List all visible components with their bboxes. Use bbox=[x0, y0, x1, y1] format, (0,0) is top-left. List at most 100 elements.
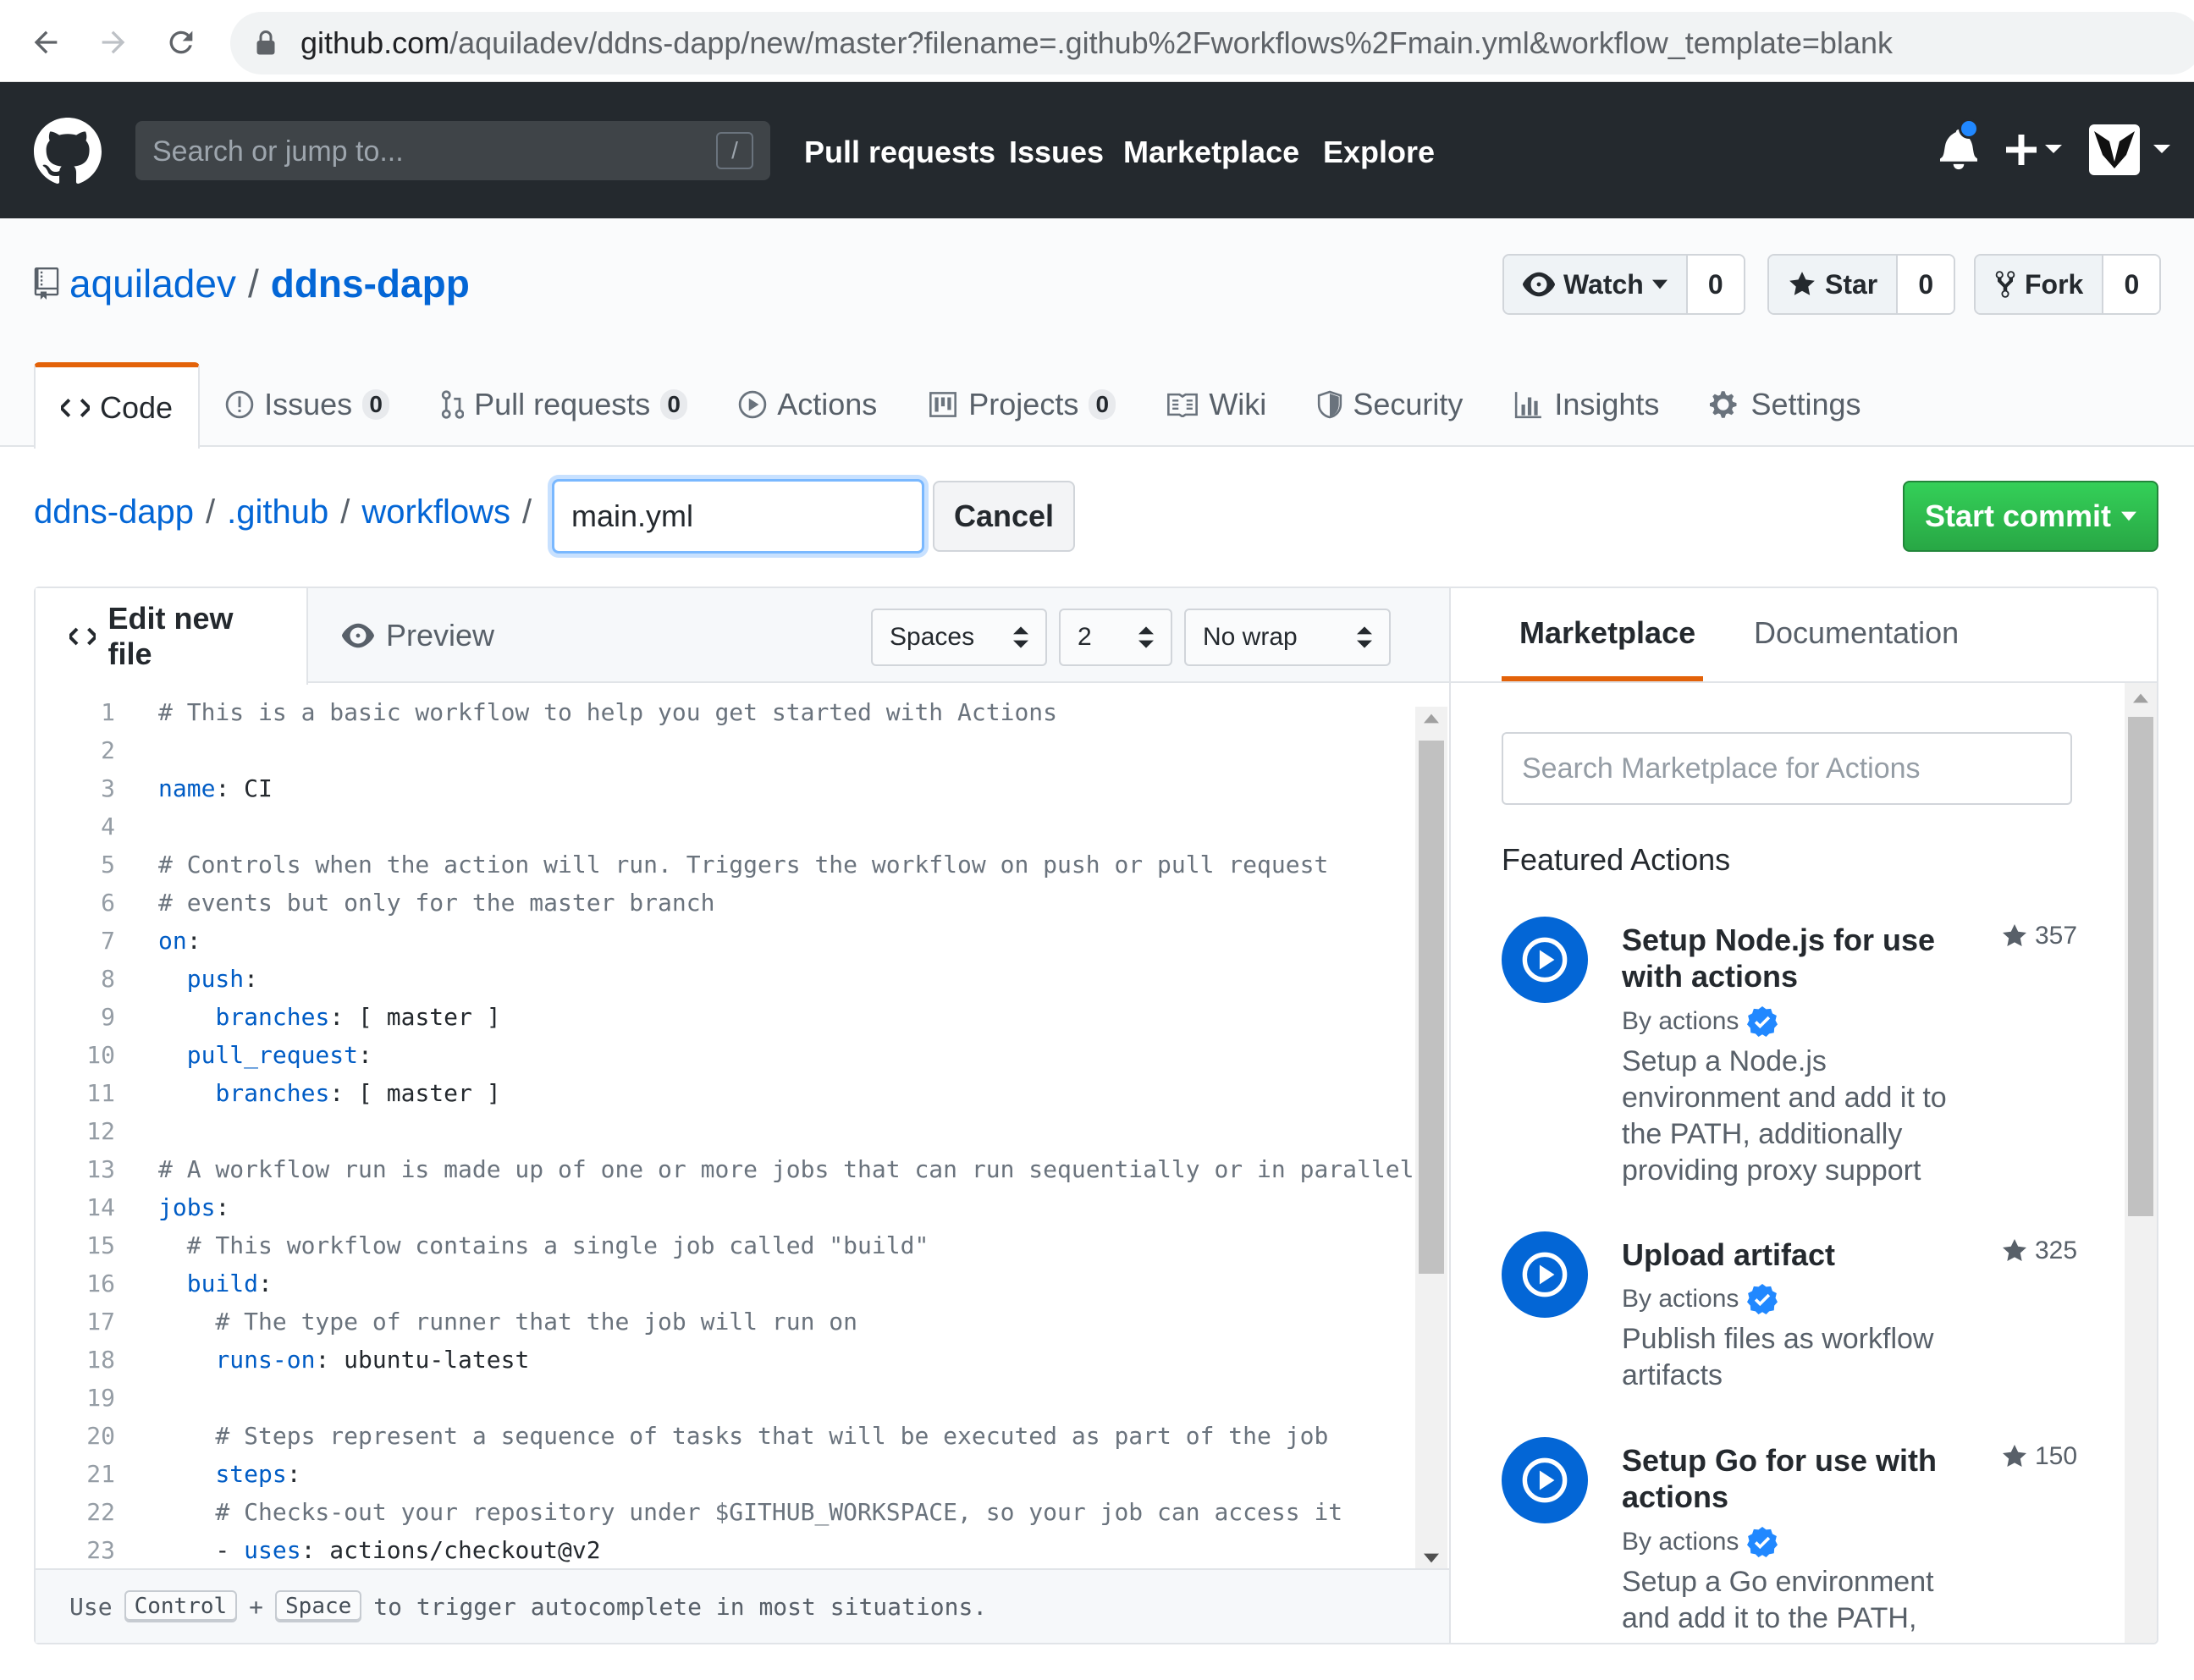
marketplace-sidebar: Marketplace Documentation Search Marketp… bbox=[1449, 587, 2158, 1644]
nav-pull-requests[interactable]: Pull requests bbox=[804, 135, 995, 170]
search-placeholder: Search or jump to... bbox=[152, 135, 404, 168]
fork-button[interactable]: Fork bbox=[1976, 256, 2104, 313]
code-line: # This workflow contains a single job ca… bbox=[158, 1231, 929, 1259]
sidebar-tabs: Marketplace Documentation bbox=[1451, 588, 2157, 683]
code-line: # events but only for the master branch bbox=[158, 889, 714, 917]
code-line: branches: [ master ] bbox=[158, 1003, 501, 1031]
wrap-mode-select[interactable]: No wrap bbox=[1184, 609, 1391, 666]
action-card[interactable]: Upload artifact By actions Publish files… bbox=[1502, 1231, 2111, 1418]
start-commit-button[interactable]: Start commit bbox=[1903, 481, 2158, 552]
code-indent: - bbox=[158, 1536, 245, 1564]
line-number: 4 bbox=[101, 812, 115, 840]
preview-tab-label: Preview bbox=[386, 618, 495, 653]
action-star-count: 150 bbox=[2035, 1442, 2078, 1470]
star-icon bbox=[2003, 1445, 2026, 1467]
action-title[interactable]: Setup Node.js for use with actions bbox=[1622, 922, 1960, 994]
code-comment: # The type of runner that the job will r… bbox=[158, 1308, 858, 1336]
sidebar-scroll-thumb[interactable] bbox=[2128, 717, 2153, 1216]
tab-pull-requests[interactable]: Pull requests 0 bbox=[415, 362, 713, 447]
back-arrow-icon[interactable] bbox=[25, 22, 66, 63]
tab-code[interactable]: Code bbox=[34, 362, 201, 449]
tab-issues[interactable]: Issues 0 bbox=[200, 362, 415, 447]
watch-count[interactable]: 0 bbox=[1687, 256, 1744, 313]
global-search-input[interactable]: Search or jump to... / bbox=[135, 121, 770, 180]
reload-icon[interactable] bbox=[161, 22, 201, 63]
address-bar[interactable]: github.com/aquiladev/ddns-dapp/new/maste… bbox=[230, 12, 2194, 74]
marketplace-search-input[interactable]: Search Marketplace for Actions bbox=[1502, 732, 2072, 805]
nav-explore[interactable]: Explore bbox=[1323, 135, 1435, 170]
tab-settings[interactable]: Settings bbox=[1684, 362, 1886, 447]
space-key: Space bbox=[275, 1590, 362, 1622]
star-button[interactable]: Star bbox=[1769, 256, 1899, 313]
code-area[interactable]: 1 # This is a basic workflow to help you … bbox=[36, 698, 1417, 1566]
code-editor: Edit new file Preview Spaces 2 No wrap 1… bbox=[34, 587, 1449, 1644]
cancel-button[interactable]: Cancel bbox=[933, 481, 1075, 552]
yaml-value: : [ master ] bbox=[329, 1003, 501, 1031]
tab-wiki[interactable]: Wiki bbox=[1141, 362, 1292, 447]
editor-scrollbar[interactable] bbox=[1415, 707, 1447, 1570]
code-line: # Checks-out your repository under $GITH… bbox=[158, 1498, 1342, 1526]
tab-actions[interactable]: Actions bbox=[713, 362, 902, 447]
breadcrumb-github-dir-link[interactable]: .github bbox=[227, 493, 328, 532]
star-label: Star bbox=[1825, 268, 1878, 300]
nav-marketplace[interactable]: Marketplace bbox=[1123, 135, 1299, 170]
footer-hint-text: to trigger autocomplete in most situatio… bbox=[373, 1592, 988, 1621]
action-description: Publish files as workflow artifacts bbox=[1622, 1323, 1934, 1391]
play-icon bbox=[1502, 1437, 1588, 1523]
repo-separator: / bbox=[247, 262, 259, 306]
code-line: # Steps represent a sequence of tasks th… bbox=[158, 1422, 1328, 1450]
tab-projects[interactable]: Projects 0 bbox=[902, 362, 1141, 447]
play-icon bbox=[1502, 1231, 1588, 1318]
github-logo-icon[interactable] bbox=[34, 118, 102, 185]
avatar[interactable] bbox=[2089, 124, 2174, 175]
forward-arrow-icon[interactable] bbox=[93, 22, 134, 63]
filename-input[interactable]: main.yml bbox=[552, 479, 924, 554]
yaml-value: : [ master ] bbox=[329, 1079, 501, 1107]
code-line: build: bbox=[158, 1270, 273, 1297]
star-button-group: Star 0 bbox=[1767, 254, 1956, 315]
indent-size-select[interactable]: 2 bbox=[1059, 609, 1172, 666]
line-number: 16 bbox=[86, 1270, 115, 1297]
tab-issues-label: Issues bbox=[264, 387, 353, 421]
tab-insights[interactable]: Insights bbox=[1488, 362, 1684, 447]
editor-scroll-thumb[interactable] bbox=[1419, 741, 1444, 1274]
action-card[interactable]: Setup Go for use with actions By actions… bbox=[1502, 1437, 2111, 1643]
repo-owner-link[interactable]: aquiladev bbox=[69, 261, 236, 306]
nav-issues[interactable]: Issues bbox=[1009, 135, 1104, 170]
repo-title: aquiladev / ddns-dapp bbox=[34, 261, 470, 306]
yaml-value: : bbox=[215, 1193, 230, 1221]
tab-security-label: Security bbox=[1353, 387, 1464, 421]
indent-mode-value: Spaces bbox=[890, 623, 975, 651]
watch-button[interactable]: Watch bbox=[1504, 256, 1688, 313]
sidebar-scrollbar[interactable] bbox=[2125, 683, 2157, 1643]
tab-preview[interactable]: Preview bbox=[308, 588, 528, 683]
breadcrumb-workflows-dir-link[interactable]: workflows bbox=[361, 493, 510, 532]
tab-documentation[interactable]: Documentation bbox=[1754, 615, 1959, 651]
star-count[interactable]: 0 bbox=[1898, 256, 1954, 313]
tab-security[interactable]: Security bbox=[1292, 362, 1488, 447]
tab-marketplace[interactable]: Marketplace bbox=[1519, 615, 1695, 651]
pull-request-icon bbox=[441, 390, 465, 419]
line-number: 17 bbox=[86, 1308, 115, 1336]
action-author: By actions bbox=[1622, 1527, 1778, 1557]
action-title[interactable]: Upload artifact bbox=[1622, 1237, 1960, 1273]
code-comment: # This workflow contains a single job ca… bbox=[158, 1231, 929, 1259]
tab-edit-new-file[interactable]: Edit new file bbox=[36, 588, 308, 685]
action-author-text: By actions bbox=[1622, 1007, 1739, 1035]
action-card[interactable]: Setup Node.js for use with actions By ac… bbox=[1502, 917, 2111, 1204]
projects-counter: 0 bbox=[1089, 389, 1116, 420]
action-title[interactable]: Setup Go for use with actions bbox=[1622, 1442, 1960, 1515]
breadcrumb-repo-link[interactable]: ddns-dapp bbox=[34, 493, 194, 532]
line-number: 23 bbox=[86, 1536, 115, 1564]
fork-count[interactable]: 0 bbox=[2103, 256, 2160, 313]
yaml-key: branches bbox=[215, 1079, 330, 1107]
repo-header: aquiladev / ddns-dapp Watch 0 Star 0 For… bbox=[0, 218, 2194, 449]
indent-mode-select[interactable]: Spaces bbox=[871, 609, 1047, 666]
plus-dropdown-icon[interactable] bbox=[2004, 133, 2065, 167]
code-line: # Controls when the action will run. Tri… bbox=[158, 851, 1328, 879]
repo-name-link[interactable]: ddns-dapp bbox=[271, 261, 470, 306]
